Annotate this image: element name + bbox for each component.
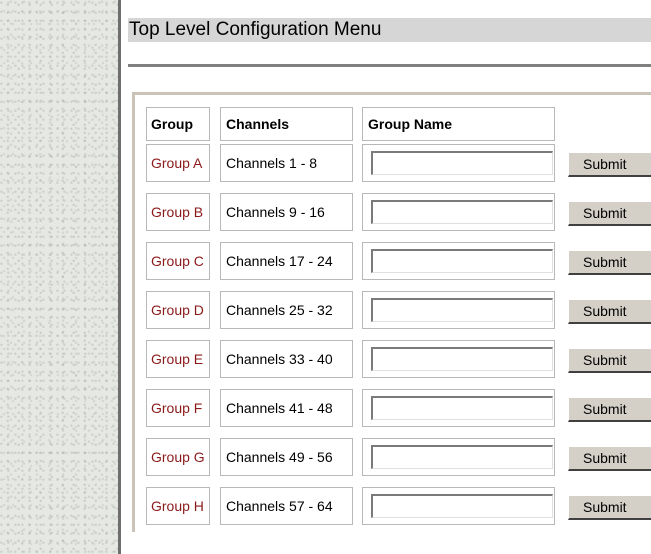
channel-range: Channels 57 - 64 <box>220 487 353 525</box>
group-name-input[interactable] <box>371 298 553 322</box>
header-channels: Channels <box>220 107 353 141</box>
page-title: Top Level Configuration Menu <box>129 19 382 40</box>
group-name-input[interactable] <box>371 151 553 175</box>
submit-button[interactable]: Submit <box>568 201 651 226</box>
group-label: Group C <box>146 242 210 280</box>
group-label: Group D <box>146 291 210 329</box>
group-label: Group H <box>146 487 210 525</box>
header-group-name: Group Name <box>362 107 555 141</box>
header-group: Group <box>146 107 210 141</box>
group-config-panel: Group Channels Group Name Group A Channe… <box>132 92 651 532</box>
title-bar: Top Level Configuration Menu <box>128 18 651 42</box>
channel-range: Channels 1 - 8 <box>220 144 353 182</box>
submit-button[interactable]: Submit <box>568 446 651 471</box>
group-name-input[interactable] <box>371 445 553 469</box>
channel-range: Channels 9 - 16 <box>220 193 353 231</box>
group-name-input[interactable] <box>371 249 553 273</box>
channel-range: Channels 25 - 32 <box>220 291 353 329</box>
title-divider <box>128 64 651 67</box>
group-label: Group A <box>146 144 210 182</box>
channel-range: Channels 49 - 56 <box>220 438 353 476</box>
submit-button[interactable]: Submit <box>568 152 651 177</box>
page: Top Level Configuration Menu Group Chann… <box>0 0 651 554</box>
submit-button[interactable]: Submit <box>568 397 651 422</box>
group-name-input[interactable] <box>371 494 553 518</box>
group-label: Group E <box>146 340 210 378</box>
group-name-input[interactable] <box>371 347 553 371</box>
submit-button[interactable]: Submit <box>568 299 651 324</box>
channel-range: Channels 17 - 24 <box>220 242 353 280</box>
main-content: Top Level Configuration Menu Group Chann… <box>121 0 651 554</box>
group-label: Group B <box>146 193 210 231</box>
group-name-input[interactable] <box>371 396 553 420</box>
channel-range: Channels 33 - 40 <box>220 340 353 378</box>
group-label: Group G <box>146 438 210 476</box>
submit-button[interactable]: Submit <box>568 348 651 373</box>
submit-button[interactable]: Submit <box>568 250 651 275</box>
submit-button[interactable]: Submit <box>568 495 651 520</box>
group-name-input[interactable] <box>371 200 553 224</box>
channel-range: Channels 41 - 48 <box>220 389 353 427</box>
textured-sidebar <box>0 0 118 554</box>
group-label: Group F <box>146 389 210 427</box>
